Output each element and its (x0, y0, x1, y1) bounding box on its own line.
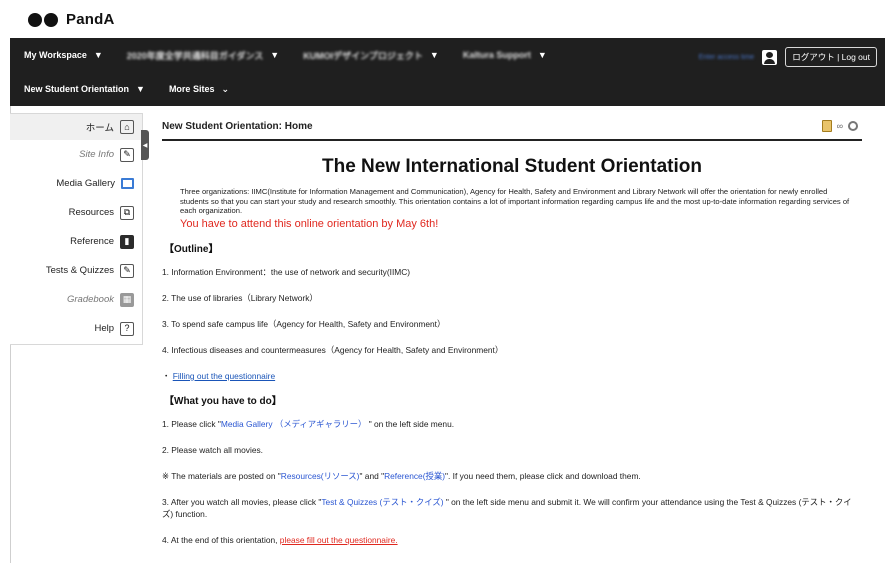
site-tab-label: Kaltura Support (462, 50, 531, 60)
questionnaire-link[interactable]: Filling out the questionnaire (173, 371, 275, 381)
panda-logo-icon (26, 9, 60, 29)
edit-page-icon[interactable] (821, 120, 832, 132)
chevron-down-icon: ▼ (93, 50, 103, 60)
todo-heading: 【What you have to do】 (164, 395, 282, 407)
user-icon[interactable] (762, 49, 778, 65)
sidebar-item-label: Site Info (79, 149, 114, 160)
chevron-down-icon: ▼ (429, 50, 439, 60)
tool-actions: ∞ (821, 120, 862, 132)
outline-item: 2. The use of libraries（Library Network） (162, 292, 318, 303)
sidebar-item-label: Resources (68, 207, 114, 218)
home-icon: ⌂ (120, 120, 134, 134)
help-icon: ? (120, 321, 134, 336)
sidebar-item-label: Tests & Quizzes (45, 265, 114, 276)
site-tab-label: New Student Orientation (24, 84, 130, 94)
intro-text: Three organizations: IIMC(Institute for … (180, 187, 850, 216)
sidebar-item-label: ホーム (85, 123, 114, 134)
collapse-menu-handle[interactable]: ◀ (141, 130, 149, 160)
todo-text: 1. Please click " (162, 418, 221, 429)
tests-quizzes-icon: ✎ (120, 263, 134, 278)
todo-text: ". If you need them, please click and do… (445, 470, 641, 481)
outline-item: 1. Information Environment：the use of ne… (162, 266, 411, 277)
todo-text: 4. At the end of this orientation, (162, 534, 280, 545)
access-time-link[interactable]: Enter access time (699, 54, 755, 61)
todo-step-2: 2. Please watch all movies. (162, 444, 264, 455)
site-tab-design-project[interactable]: KUMOIデザインプロジェクト ▼ (289, 49, 449, 62)
todo-step-1: 1. Please click "Media Gallery （メディアギャラリ… (162, 418, 862, 430)
site-info-icon: ✎ (120, 147, 134, 162)
reference-link[interactable]: Reference(授業) (384, 471, 445, 481)
tests-quizzes-link[interactable]: Test & Quizzes (テスト・クイズ) (321, 497, 443, 507)
sidebar-item-resources[interactable]: Resources ⧉ (10, 198, 142, 227)
outline-item: 4. Infectious diseases and countermeasur… (162, 344, 504, 355)
sidebar-item-gradebook[interactable]: Gradebook ▦ (10, 285, 142, 314)
sidebar-item-label: Reference (70, 236, 114, 247)
site-tab-label: KUMOIデザインプロジェクト (303, 50, 423, 61)
bullet: ・ (162, 370, 171, 381)
reference-icon: ▮ (120, 234, 134, 249)
todo-text: " on the left side menu. (366, 418, 455, 429)
sidebar-item-tests-quizzes[interactable]: Tests & Quizzes ✎ (10, 256, 142, 285)
page-heading: The New International Student Orientatio… (321, 156, 703, 177)
site-tab-new-student-orientation[interactable]: New Student Orientation ▼ (10, 84, 155, 94)
todo-note: ※ The materials are posted on "Resources… (162, 470, 862, 482)
resources-icon: ⧉ (120, 205, 134, 220)
todo-text: 3. After you watch all movies, please cl… (162, 496, 322, 507)
site-tab-label: My Workspace (24, 50, 87, 60)
gradebook-icon: ▦ (120, 292, 134, 307)
current-site-row: New Student Orientation ▼ More Sites ⌄ (10, 72, 239, 106)
more-sites-button[interactable]: More Sites ⌄ (155, 84, 239, 95)
account-area: Enter access time ログアウト | Log out (699, 47, 877, 67)
sidebar-item-label: Gradebook (66, 294, 114, 305)
sidebar-item-site-info[interactable]: Site Info ✎ (10, 140, 142, 169)
deadline-notice: You have to attend this online orientati… (180, 217, 439, 230)
site-tab-my-workspace[interactable]: My Workspace ▼ (10, 50, 113, 60)
logo-bar: PandA (10, 0, 885, 38)
more-sites-label: More Sites (168, 84, 215, 94)
media-gallery-icon (121, 178, 134, 189)
site-tab-guidance[interactable]: 2020年度全学共通科目ガイダンス ▼ (113, 49, 289, 62)
resources-link[interactable]: Resources(リソース) (281, 471, 360, 481)
site-tab-label: 2020年度全学共通科目ガイダンス (126, 50, 264, 61)
tool-title: New Student Orientation: Home (162, 120, 313, 132)
logout-button[interactable]: ログアウト | Log out (785, 47, 877, 67)
todo-step-3: 3. After you watch all movies, please cl… (162, 496, 862, 520)
fill-questionnaire-link[interactable]: please fill out the questionnaire. (280, 535, 398, 545)
chevron-down-icon: ▼ (537, 50, 547, 60)
todo-text: ※ The materials are posted on " (162, 470, 281, 481)
media-gallery-link[interactable]: Media Gallery （メディアギャラリー） (221, 419, 367, 429)
todo-text: " and " (359, 470, 385, 481)
double-chevron-down-icon: ⌄ (221, 83, 229, 94)
tool-title-bar: New Student Orientation: Home ∞ (162, 113, 862, 141)
outline-heading: 【Outline】 (164, 243, 219, 255)
questionnaire-line: ・ Filling out the questionnaire (162, 370, 862, 382)
chevron-down-icon: ▼ (270, 50, 280, 60)
sidebar-item-label: Media Gallery (56, 178, 115, 189)
sidebar-item-help[interactable]: Help ? (10, 314, 142, 343)
sidebar-item-label: Help (94, 323, 114, 334)
todo-step-4: 4. At the end of this orientation, pleas… (162, 534, 862, 546)
sidebar-item-media-gallery[interactable]: Media Gallery (10, 169, 142, 198)
help-circle-icon[interactable] (848, 121, 858, 131)
site-tab-kaltura-support[interactable]: Kaltura Support ▼ (449, 50, 557, 60)
sidebar-item-home[interactable]: ホーム ⌂ (10, 114, 142, 140)
outline-item: 3. To spend safe campus life（Agency for … (162, 318, 446, 329)
sidebar-item-reference[interactable]: Reference ▮ (10, 227, 142, 256)
tool-menu: ホーム ⌂ Site Info ✎ Media Gallery Resource… (10, 113, 143, 345)
chevron-down-icon: ▼ (136, 84, 145, 94)
brand-name: PandA (66, 10, 115, 28)
site-navigation: My Workspace ▼ 2020年度全学共通科目ガイダンス ▼ KUMOI… (10, 38, 885, 106)
main-content: New Student Orientation: Home ∞ The New … (162, 113, 862, 546)
site-tabs-row: My Workspace ▼ 2020年度全学共通科目ガイダンス ▼ KUMOI… (10, 38, 557, 72)
link-icon[interactable]: ∞ (837, 121, 843, 131)
panda-logo[interactable]: PandA (26, 8, 115, 30)
